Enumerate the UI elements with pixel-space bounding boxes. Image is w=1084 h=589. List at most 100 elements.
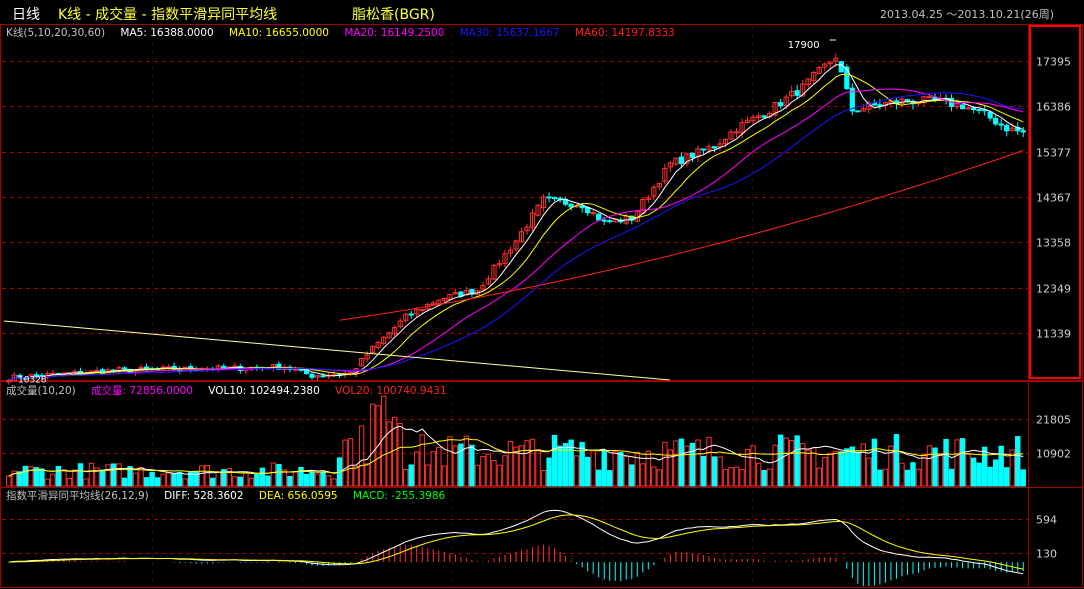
volume-bar <box>496 464 503 487</box>
volume-bar <box>474 464 481 487</box>
volume-bar <box>99 469 106 487</box>
volume-bar <box>331 478 337 487</box>
volume-bar <box>77 463 84 487</box>
volume-bar <box>750 445 756 487</box>
volume-bar <box>921 453 927 487</box>
volume-bar <box>799 443 806 487</box>
candle-body <box>778 102 784 107</box>
volume-bar <box>849 446 856 487</box>
volume-bar <box>66 478 73 487</box>
volume-bar <box>998 445 1004 487</box>
volume-bar <box>529 438 536 487</box>
volume-bar <box>601 449 607 487</box>
volume-bar <box>651 466 657 487</box>
candle-body <box>877 104 883 107</box>
volume-bar <box>469 444 475 487</box>
volume-bar <box>777 434 784 487</box>
volume-bar <box>788 440 795 487</box>
volume-bar <box>733 466 740 487</box>
panel-frame-3 <box>0 487 1083 588</box>
volume-bar <box>403 468 409 487</box>
volume-bar <box>320 472 326 487</box>
volume-bar <box>28 466 34 487</box>
price-tick-label: 11339 <box>1036 328 1071 341</box>
candle-body <box>976 109 982 112</box>
candle-body <box>121 367 128 370</box>
volume-bar <box>419 434 425 487</box>
volume-bar <box>425 464 431 487</box>
volume-bar <box>540 470 547 487</box>
volume-bar <box>243 471 249 487</box>
volume-bar <box>904 469 911 487</box>
volume-bar <box>910 462 916 487</box>
candle-body <box>855 110 861 113</box>
price-tick-label: 14367 <box>1036 192 1071 205</box>
candle-body <box>959 104 966 110</box>
candle-body <box>971 107 977 110</box>
volume-bar <box>485 453 492 487</box>
volume-bar <box>761 469 767 487</box>
volume-bar <box>943 438 949 487</box>
candle-body <box>794 90 800 96</box>
candle-body <box>320 375 326 378</box>
volume-tick-label: 21805 <box>1036 414 1071 427</box>
volume-bar <box>573 455 580 487</box>
volume-bar <box>744 448 751 487</box>
volume-bar <box>893 434 900 487</box>
volume-bar <box>276 463 282 487</box>
volume-bar <box>833 450 839 487</box>
volume-bar <box>844 448 850 487</box>
volume-bar <box>303 473 310 487</box>
volume-bar <box>369 403 376 487</box>
volume-bar <box>149 471 155 487</box>
volume-bar <box>755 462 762 487</box>
volume-bar <box>237 476 244 487</box>
candle-body <box>551 197 558 200</box>
volume-bar <box>44 478 51 487</box>
volume-bar <box>143 477 150 487</box>
volume-bar <box>204 465 210 487</box>
ma60-line <box>339 150 1024 321</box>
volume-bar <box>210 477 216 487</box>
macd-histogram <box>8 509 1024 587</box>
volume-bar <box>805 449 811 487</box>
volume-bar <box>287 475 293 487</box>
volume-bar <box>110 463 117 487</box>
volume-bar <box>309 471 315 487</box>
volume-bar <box>551 434 558 487</box>
volume-bar <box>414 451 420 487</box>
stock-chart[interactable]: 17395 16386 15377 14367 13358 12349 11339 21805… <box>0 0 1084 589</box>
candle-body <box>221 365 227 369</box>
volume-bar <box>629 464 635 487</box>
volume-bar <box>50 473 56 487</box>
volume-bar <box>855 451 861 487</box>
volume-bar <box>232 476 238 487</box>
volume-bar <box>590 450 596 487</box>
volume-bar <box>766 468 773 487</box>
volume-bar <box>871 438 878 487</box>
moving-average-lines <box>3 39 1024 382</box>
volume-bar <box>165 472 172 487</box>
volume-bar <box>623 455 629 487</box>
y-axis: 17395 16386 15377 14367 13358 12349 11339 21805… <box>1036 56 1071 561</box>
volume-bar <box>171 473 177 487</box>
volume-bar <box>992 459 999 487</box>
volume-bar <box>397 422 403 487</box>
price-tick-label: 15377 <box>1036 147 1071 160</box>
volume-bar <box>546 457 552 487</box>
volume-bar <box>154 477 161 487</box>
volume-bar <box>314 473 321 487</box>
volume-bar <box>1015 436 1021 487</box>
candle-body <box>546 196 552 199</box>
volume-bar <box>948 468 955 487</box>
volume-bar <box>72 469 78 487</box>
volume-bar <box>358 425 365 487</box>
volume-bar <box>987 466 993 487</box>
volume-bar <box>866 457 872 487</box>
volume-bar <box>121 477 128 487</box>
grid-lines <box>2 26 1028 587</box>
candle-body <box>711 146 718 149</box>
volume-bar <box>783 437 789 487</box>
volume-bar <box>463 435 470 487</box>
volume-bar <box>325 475 332 487</box>
